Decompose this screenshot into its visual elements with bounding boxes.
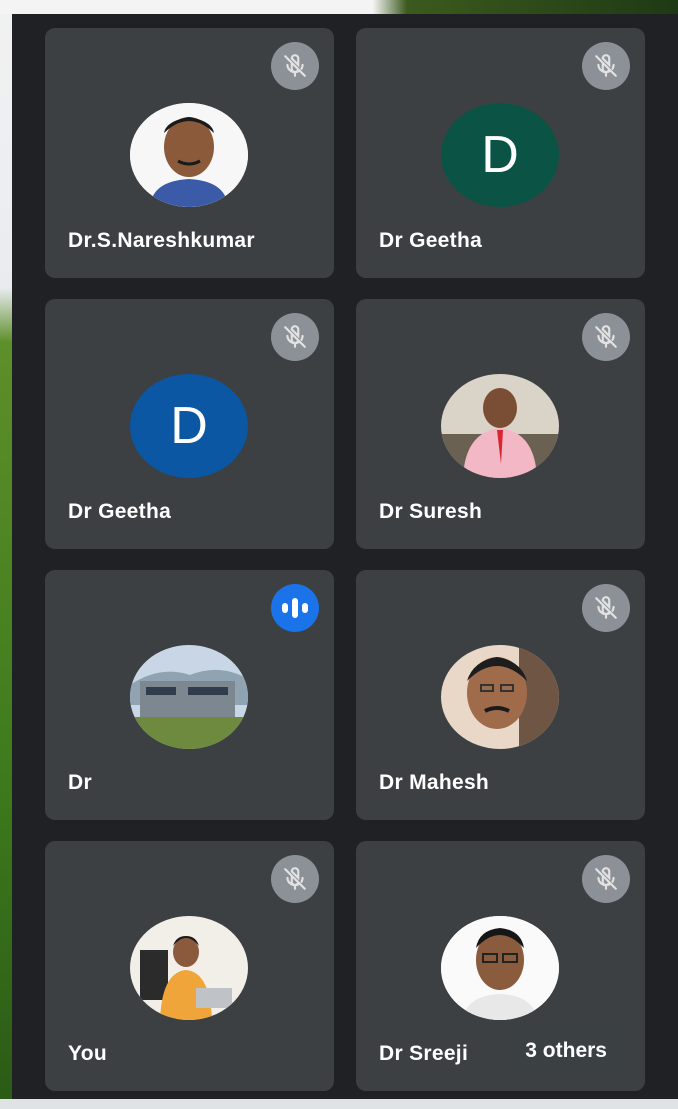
participant-name: You	[68, 1042, 108, 1065]
participant-tile[interactable]: You	[45, 841, 334, 1091]
participant-name: Dr	[68, 771, 92, 794]
mic-off-icon	[271, 855, 319, 903]
participant-name: Dr.S.Nareshkumar	[68, 229, 255, 252]
mic-off-icon	[582, 313, 630, 361]
participant-tile[interactable]: Dr Suresh	[356, 299, 645, 549]
mic-off-icon	[271, 42, 319, 90]
mic-off-icon	[271, 313, 319, 361]
avatar	[130, 645, 248, 749]
avatar	[441, 374, 559, 478]
wallpaper-left	[0, 14, 12, 1109]
wallpaper-top	[0, 0, 678, 14]
participant-name: Dr Sreeji	[379, 1042, 469, 1065]
participant-tile[interactable]: Dr Mahesh	[356, 570, 645, 820]
audio-level-icon	[271, 584, 319, 632]
avatar-letter: D	[441, 103, 559, 207]
mic-off-icon	[582, 42, 630, 90]
participant-tile[interactable]: Dr.S.Nareshkumar	[45, 28, 334, 278]
avatar	[130, 103, 248, 207]
participant-grid: Dr.S.Nareshkumar D Dr Geetha D Dr Geetha	[12, 14, 678, 1099]
avatar-letter: D	[130, 374, 248, 478]
avatar	[130, 916, 248, 1020]
avatar	[441, 645, 559, 749]
participant-tile[interactable]: Dr	[45, 570, 334, 820]
avatar	[441, 916, 559, 1020]
mic-off-icon	[582, 584, 630, 632]
participant-name: Dr Geetha	[68, 500, 172, 523]
others-button[interactable]: 3 others	[501, 1025, 631, 1077]
participant-name: Dr Geetha	[379, 229, 483, 252]
participant-tile[interactable]: D Dr Geetha	[356, 28, 645, 278]
wallpaper-bottom	[0, 1099, 678, 1109]
participant-name: Dr Suresh	[379, 500, 483, 523]
participant-name: Dr Mahesh	[379, 771, 490, 794]
participant-tile[interactable]: Dr Sreeji 3 others	[356, 841, 645, 1091]
participant-tile[interactable]: D Dr Geetha	[45, 299, 334, 549]
mic-off-icon	[582, 855, 630, 903]
